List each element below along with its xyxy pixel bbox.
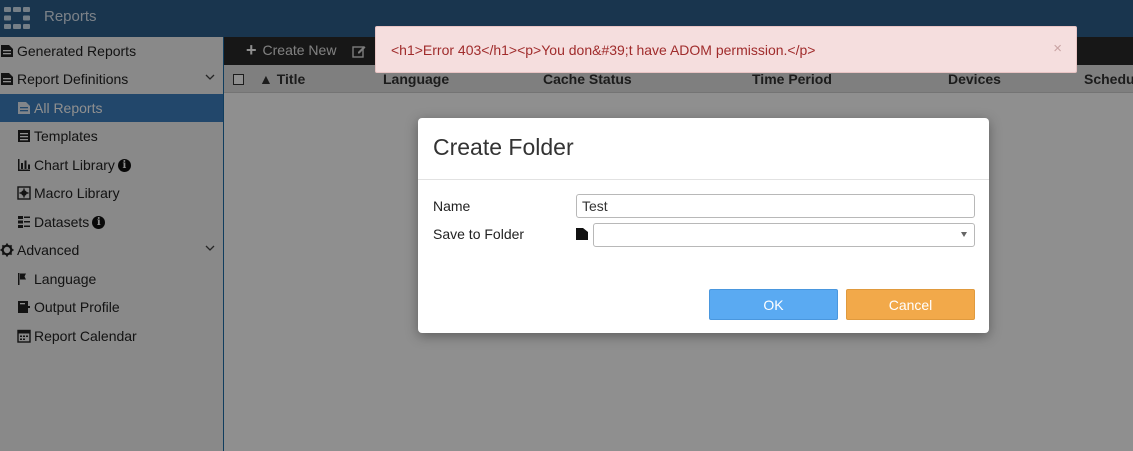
error-message: <h1>Error 403</h1><p>You don&#39;t have … xyxy=(391,42,816,58)
document-icon xyxy=(576,228,588,240)
dialog-title: Create Folder xyxy=(433,134,574,160)
error-notification: <h1>Error 403</h1><p>You don&#39;t have … xyxy=(375,26,1077,73)
save-to-folder-label: Save to Folder xyxy=(433,226,525,242)
dialog-divider xyxy=(418,179,989,180)
name-label: Name xyxy=(433,198,471,214)
folder-name-input[interactable] xyxy=(576,194,975,218)
cancel-button[interactable]: Cancel xyxy=(846,289,975,320)
close-icon[interactable]: × xyxy=(1053,40,1062,57)
dropdown-caret-icon xyxy=(961,232,967,237)
save-to-folder-select[interactable] xyxy=(593,223,975,247)
create-folder-dialog: Create Folder Name Save to Folder OK Can… xyxy=(418,118,989,333)
ok-button[interactable]: OK xyxy=(709,289,838,320)
